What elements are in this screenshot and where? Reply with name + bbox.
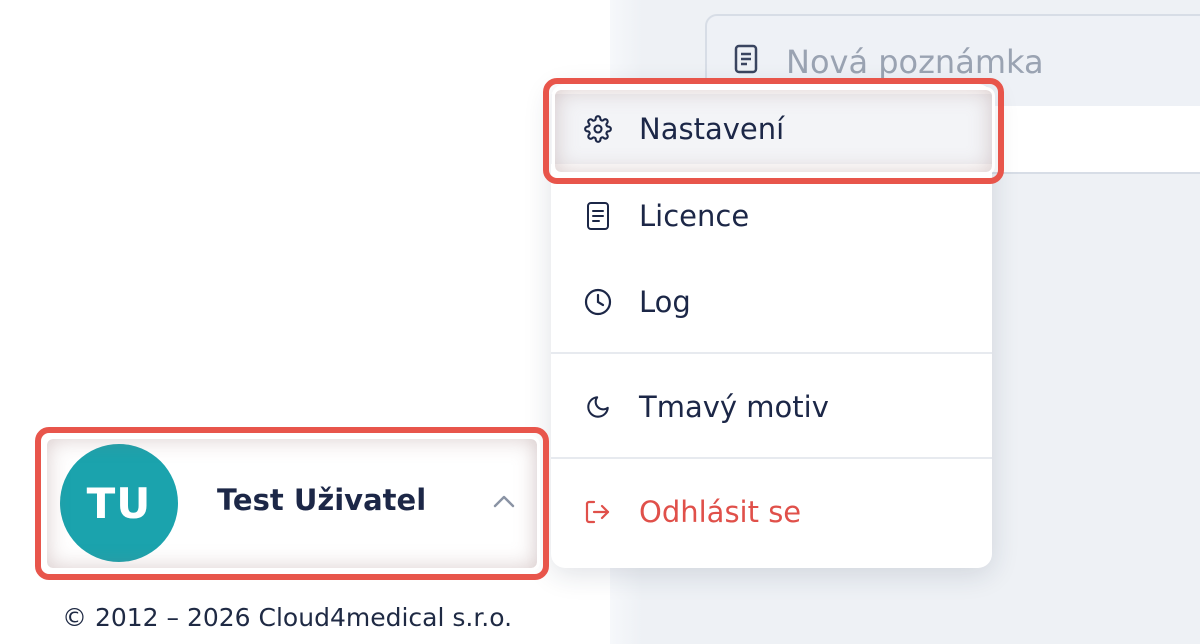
menu-item-logout[interactable]: Odhlásit se	[551, 477, 992, 547]
menu-item-settings[interactable]: Nastavení	[551, 94, 992, 164]
moon-icon	[583, 392, 613, 422]
chevron-up-icon	[491, 491, 517, 511]
user-menu-button[interactable]: TU Test Uživatel	[47, 439, 537, 568]
menu-divider	[551, 457, 992, 459]
menu-item-log[interactable]: Log	[551, 267, 992, 337]
note-icon	[733, 44, 761, 74]
menu-item-label: Licence	[639, 199, 750, 233]
new-note-input[interactable]	[786, 40, 1186, 84]
menu-item-label: Odhlásit se	[639, 495, 802, 529]
document-icon	[583, 201, 613, 231]
user-dropdown-menu: Nastavení Licence Log Tmavý motiv Odhlás…	[551, 84, 992, 568]
menu-item-label: Nastavení	[639, 112, 785, 146]
clock-icon	[583, 287, 613, 317]
menu-item-dark-theme[interactable]: Tmavý motiv	[551, 372, 992, 442]
gear-icon	[583, 114, 613, 144]
menu-item-label: Tmavý motiv	[639, 390, 829, 424]
user-name: Test Uživatel	[217, 483, 427, 517]
menu-divider	[551, 352, 992, 354]
menu-item-licence[interactable]: Licence	[551, 181, 992, 251]
menu-item-label: Log	[639, 285, 691, 319]
avatar: TU	[60, 444, 178, 562]
copyright-text: © 2012 – 2026 Cloud4medical s.r.o.	[62, 603, 513, 632]
logout-icon	[583, 497, 613, 527]
